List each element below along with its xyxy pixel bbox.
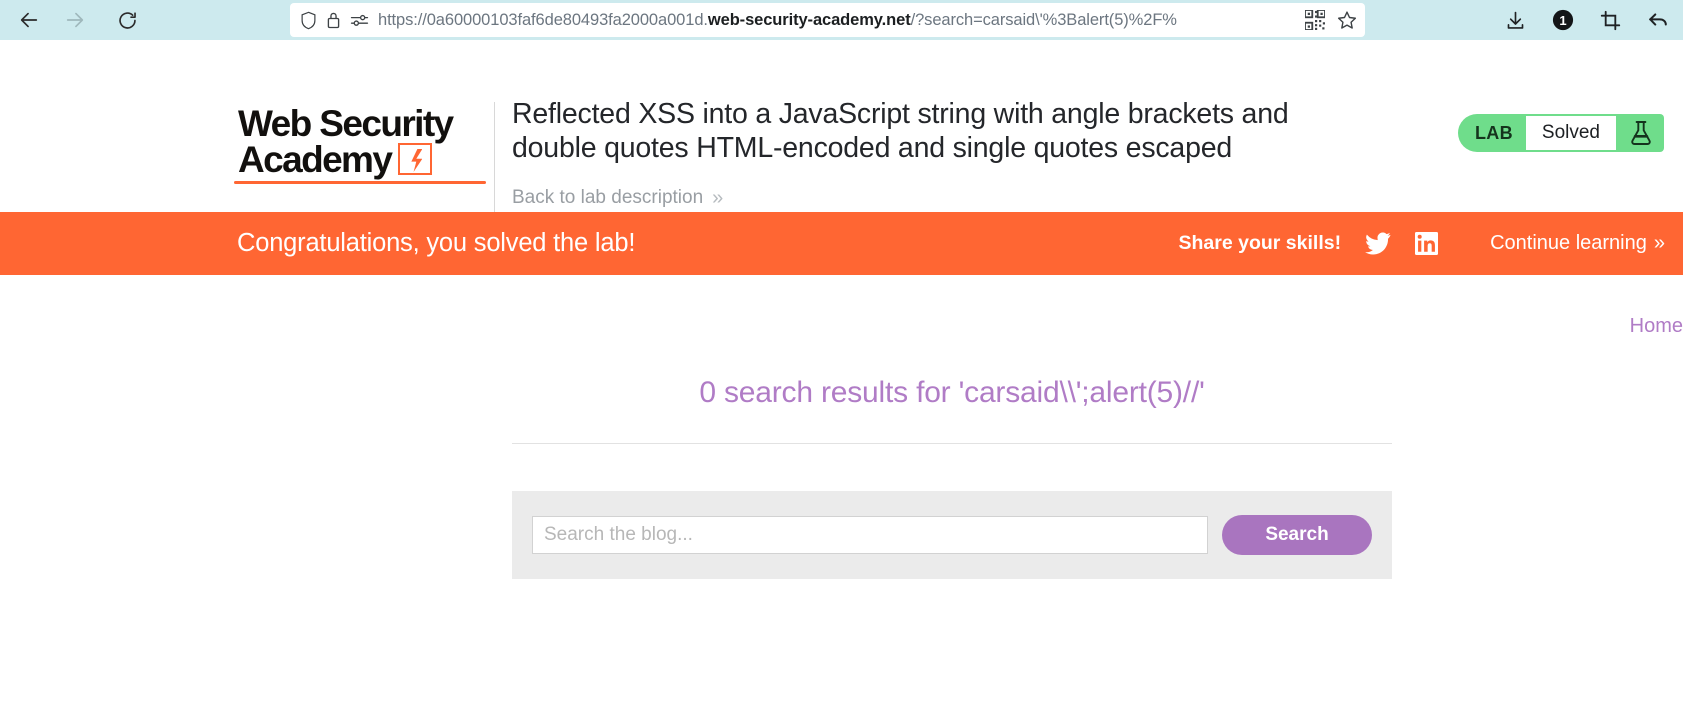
double-chevron-right-icon: » <box>1653 232 1665 254</box>
qr-code-icon[interactable] <box>1305 10 1325 30</box>
web-security-academy-logo[interactable]: Web Security Academy <box>234 103 496 185</box>
lock-icon[interactable] <box>326 11 341 29</box>
logo-underline <box>234 181 486 185</box>
share-skills-label: Share your skills! <box>1178 232 1342 254</box>
logo-line-1: Web Security <box>238 103 454 144</box>
back-icon[interactable] <box>14 5 44 35</box>
continue-learning-link[interactable]: Continue learning » <box>1490 232 1665 255</box>
page-title: Reflected XSS into a JavaScript string w… <box>512 98 1289 164</box>
back-to-lab-description-label: Back to lab description <box>512 187 704 209</box>
solved-banner: Congratulations, you solved the lab! Sha… <box>0 212 1683 275</box>
undo-arrow-icon[interactable] <box>1647 9 1669 31</box>
lab-header: Web Security Academy Reflected XSS into … <box>0 40 1683 220</box>
search-panel: Search <box>512 491 1392 579</box>
twitter-icon[interactable] <box>1365 232 1391 255</box>
divider <box>512 443 1392 444</box>
lab-status-widget[interactable]: LAB Solved <box>1457 114 1664 152</box>
lightning-bolt-icon <box>398 143 433 176</box>
reload-icon[interactable] <box>112 5 142 35</box>
home-link[interactable]: Home <box>295 315 1683 338</box>
browser-toolbar-actions: 1 <box>1505 0 1669 40</box>
search-input[interactable] <box>532 516 1208 554</box>
double-chevron-right-icon: » <box>712 187 724 210</box>
notification-count: 1 <box>1559 12 1567 28</box>
forward-icon[interactable] <box>60 5 90 35</box>
url-host: web-security-academy.net <box>707 10 911 29</box>
page-content: Home 0 search results for 'carsaid\\';al… <box>0 275 1683 716</box>
search-results-heading: 0 search results for 'carsaid\\';alert(5… <box>699 376 1205 409</box>
permissions-icon[interactable] <box>350 12 369 28</box>
continue-learning-label: Continue learning <box>1490 232 1647 254</box>
status-badge: Solved <box>1525 114 1618 152</box>
url-text[interactable]: https://0a60000103faf6de80493fa2000a001d… <box>378 11 1290 30</box>
crop-icon[interactable] <box>1600 10 1621 31</box>
star-icon[interactable] <box>1337 10 1357 30</box>
linkedin-icon[interactable] <box>1415 232 1439 255</box>
notification-badge-icon[interactable]: 1 <box>1552 9 1574 31</box>
search-button[interactable]: Search <box>1222 515 1372 555</box>
browser-nav-buttons <box>0 5 142 35</box>
download-icon[interactable] <box>1505 10 1526 31</box>
banner-message: Congratulations, you solved the lab! <box>237 229 636 257</box>
shield-icon[interactable] <box>300 11 317 30</box>
logo-line-2: Academy <box>238 138 393 180</box>
header-divider <box>494 102 495 220</box>
browser-toolbar: https://0a60000103faf6de80493fa2000a001d… <box>0 0 1683 40</box>
url-suffix: /?search=carsaid\'%3Balert(5)%2F% <box>910 10 1177 29</box>
url-prefix: https://0a60000103faf6de80493fa2000a001d… <box>378 10 708 29</box>
flask-icon <box>1618 114 1664 152</box>
address-bar[interactable]: https://0a60000103faf6de80493fa2000a001d… <box>290 3 1365 37</box>
back-to-lab-description-link[interactable]: Back to lab description » <box>512 187 723 209</box>
lab-badge: LAB <box>1457 114 1526 152</box>
